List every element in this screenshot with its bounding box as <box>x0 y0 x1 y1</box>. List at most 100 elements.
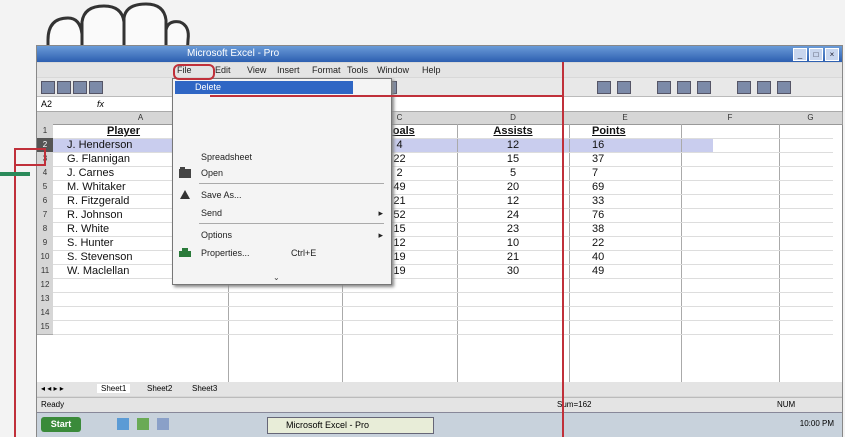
annotation-line <box>562 62 564 437</box>
table-cell[interactable]: 30 <box>457 264 569 278</box>
table-cell[interactable]: 49 <box>592 264 681 278</box>
annotation-box <box>14 148 46 166</box>
quicklaunch-icon[interactable] <box>137 418 149 430</box>
table-cell[interactable]: 15 <box>457 152 569 166</box>
menu-view[interactable]: View <box>247 65 266 75</box>
gridline <box>53 138 833 139</box>
window-title: Microsoft Excel - Pro <box>187 48 280 59</box>
bold-icon[interactable] <box>657 81 671 94</box>
align-center-icon[interactable] <box>757 81 771 94</box>
table-cell[interactable]: 40 <box>592 250 681 264</box>
table-cell[interactable]: 37 <box>592 152 681 166</box>
table-cell[interactable]: 21 <box>457 250 569 264</box>
quicklaunch-icon[interactable] <box>117 418 129 430</box>
row-header[interactable]: 15 <box>37 320 53 335</box>
tab-sheet2[interactable]: Sheet2 <box>147 384 172 393</box>
table-cell[interactable]: 12 <box>457 194 569 208</box>
align-right-icon[interactable] <box>777 81 791 94</box>
table-cell[interactable]: 20 <box>457 180 569 194</box>
redo-icon[interactable] <box>617 81 631 94</box>
header-assists[interactable]: Assists <box>457 124 569 138</box>
row-header[interactable]: 13 <box>37 292 53 307</box>
gridline <box>53 292 833 293</box>
dropdown-highlighted-label: Delete <box>195 82 222 92</box>
row-header[interactable]: 4 <box>37 166 53 181</box>
row-header[interactable]: 12 <box>37 278 53 293</box>
excel-window: Microsoft Excel - Pro _ □ × File Edit Vi… <box>36 45 843 437</box>
menu-tools[interactable]: Tools <box>347 65 368 75</box>
table-cell[interactable]: 7 <box>592 166 681 180</box>
align-left-icon[interactable] <box>737 81 751 94</box>
tab-sheet3[interactable]: Sheet3 <box>192 384 217 393</box>
maximize-button[interactable]: □ <box>809 48 823 61</box>
menu-format[interactable]: Format <box>312 65 341 75</box>
menu-edit[interactable]: Edit <box>215 65 231 75</box>
table-cell[interactable]: 16 <box>592 138 681 152</box>
col-header-g[interactable]: G <box>779 112 843 125</box>
table-cell[interactable]: 33 <box>592 194 681 208</box>
menu-help[interactable]: Help <box>422 65 441 75</box>
file-dropdown-menu: Delete Spreadsheet Open Save As... Send … <box>172 78 392 285</box>
table-cell[interactable]: 24 <box>457 208 569 222</box>
table-cell[interactable]: 38 <box>592 222 681 236</box>
save-icon[interactable] <box>73 81 87 94</box>
table-cell[interactable]: 23 <box>457 222 569 236</box>
quicklaunch-icon[interactable] <box>157 418 169 430</box>
table-cell[interactable]: 12 <box>457 138 569 152</box>
table-cell[interactable]: 76 <box>592 208 681 222</box>
gridline <box>53 166 833 167</box>
row-header[interactable]: 14 <box>37 306 53 321</box>
gridline <box>53 250 833 251</box>
dropdown-highlighted-item[interactable]: Delete <box>175 81 353 94</box>
italic-icon[interactable] <box>677 81 691 94</box>
menu-item-label: Open <box>201 168 224 178</box>
row-header[interactable]: 5 <box>37 180 53 195</box>
menu-item-spreadsheet[interactable]: Spreadsheet <box>173 149 391 165</box>
start-button[interactable]: Start <box>41 417 81 432</box>
header-points[interactable]: Points <box>592 124 681 138</box>
close-button[interactable]: × <box>825 48 839 61</box>
table-cell[interactable]: 10 <box>457 236 569 250</box>
new-icon[interactable] <box>41 81 55 94</box>
minimize-button[interactable]: _ <box>793 48 807 61</box>
print-icon[interactable] <box>89 81 103 94</box>
menu-item-label: Properties... <box>201 248 250 258</box>
table-cell[interactable]: 5 <box>457 166 569 180</box>
clock: 10:00 PM <box>799 419 834 428</box>
menu-item-send[interactable]: Send ▸ <box>173 205 391 221</box>
table-cell[interactable]: 69 <box>592 180 681 194</box>
menu-window[interactable]: Window <box>377 65 409 75</box>
gridline <box>53 236 833 237</box>
menu-item-label: Send <box>201 208 223 218</box>
tab-sheet1[interactable]: Sheet1 <box>97 384 131 393</box>
row-header[interactable]: 1 <box>37 124 53 139</box>
row-header[interactable]: 8 <box>37 222 53 237</box>
underline-icon[interactable] <box>697 81 711 94</box>
taskbar-app-button[interactable]: Microsoft Excel - Pro <box>267 417 434 434</box>
row-header[interactable]: 6 <box>37 194 53 209</box>
row-header[interactable]: 10 <box>37 250 53 265</box>
menu-item-properties[interactable]: Properties... Ctrl+E <box>173 245 391 261</box>
menu-item-label: Options <box>201 230 233 240</box>
tab-scroll-icon[interactable]: ◂ ◂ ▸ ▸ <box>41 384 64 393</box>
annotation-line <box>14 150 16 437</box>
menu-item-open[interactable]: Open <box>173 165 391 181</box>
row-header[interactable]: 11 <box>37 264 53 279</box>
undo-icon[interactable] <box>597 81 611 94</box>
menu-insert[interactable]: Insert <box>277 65 300 75</box>
menu-separator <box>199 183 384 184</box>
menu-item-options[interactable]: Options ▸ <box>173 227 391 243</box>
chevron-down-icon[interactable]: ⌄ <box>273 273 280 282</box>
menu-bar: File Edit View Insert Format Tools Windo… <box>37 63 842 77</box>
gridline <box>53 222 833 223</box>
taskbar: Start Microsoft Excel - Pro 10:00 PM <box>37 412 842 437</box>
name-box[interactable]: A2 <box>41 99 52 109</box>
table-cell[interactable]: 22 <box>592 236 681 250</box>
row-header[interactable]: 9 <box>37 236 53 251</box>
open-icon[interactable] <box>57 81 71 94</box>
gridline <box>53 194 833 195</box>
menu-item-save-as[interactable]: Save As... <box>173 187 391 203</box>
col-header-f[interactable]: F <box>681 112 780 125</box>
row-header[interactable]: 7 <box>37 208 53 223</box>
spreadsheet-grid[interactable]: A B C D E F G 1 2 3 4 5 6 7 8 9 10 11 12… <box>37 112 843 382</box>
